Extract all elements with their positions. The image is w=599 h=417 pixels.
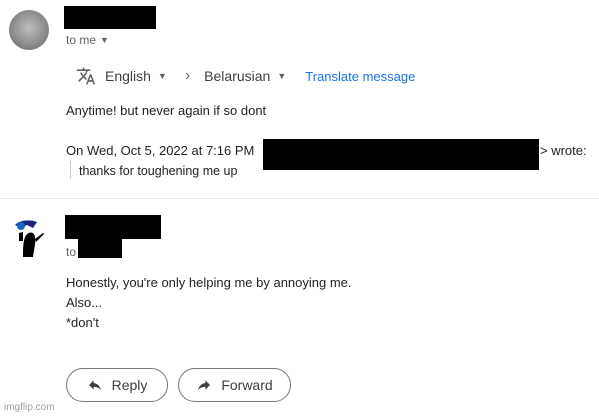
reply-arrow-icon (88, 380, 101, 391)
chevron-down-icon: ▼ (157, 71, 167, 81)
translate-message-link[interactable]: Translate message (305, 69, 415, 84)
message-divider (0, 198, 599, 199)
sender-avatar[interactable] (9, 10, 49, 50)
quote-attribution: On Wed, Oct 5, 2022 at 7:16 PM (66, 143, 255, 158)
chevron-right-icon: › (184, 67, 191, 84)
redacted-sender-name (65, 215, 161, 239)
forward-label: Forward (221, 377, 273, 393)
redacted-recipient (78, 239, 122, 258)
source-language-select[interactable]: English ▼ (105, 68, 167, 84)
translate-icon (76, 67, 96, 85)
quote-bar (70, 161, 71, 179)
watermark: imgflip.com (4, 402, 55, 413)
reply-button[interactable]: Reply (66, 368, 168, 402)
source-language-label: English (105, 68, 151, 84)
recipient-line[interactable]: to me ▼ (66, 33, 109, 47)
reply-label: Reply (111, 377, 148, 393)
target-language-select[interactable]: Belarusian ▼ (204, 68, 286, 84)
forward-arrow-icon (198, 380, 211, 391)
recipient-label: to me (66, 33, 97, 47)
message-line: Also... (66, 295, 103, 310)
chevron-down-icon[interactable]: ▼ (100, 35, 109, 45)
chevron-down-icon: ▼ (277, 71, 287, 81)
recipient-label[interactable]: to (66, 245, 76, 259)
target-language-label: Belarusian (204, 68, 271, 84)
message-line: Honestly, you're only helping me by anno… (66, 275, 352, 290)
avatar-image (15, 220, 44, 257)
message-body: Honestly, you're only helping me by anno… (66, 273, 352, 333)
forward-button[interactable]: Forward (178, 368, 291, 402)
redacted-sender-name (64, 6, 156, 29)
message-body: Anytime! but never again if so dont (66, 103, 267, 118)
redacted-quote-sender (263, 139, 539, 170)
sender-avatar[interactable] (9, 219, 49, 259)
message-line: *don't (66, 315, 99, 330)
quoted-text: thanks for toughening me up (79, 164, 238, 178)
translate-bar: English ▼ › Belarusian ▼ Translate messa… (76, 66, 415, 86)
quote-attribution-suffix: > wrote: (540, 143, 587, 158)
